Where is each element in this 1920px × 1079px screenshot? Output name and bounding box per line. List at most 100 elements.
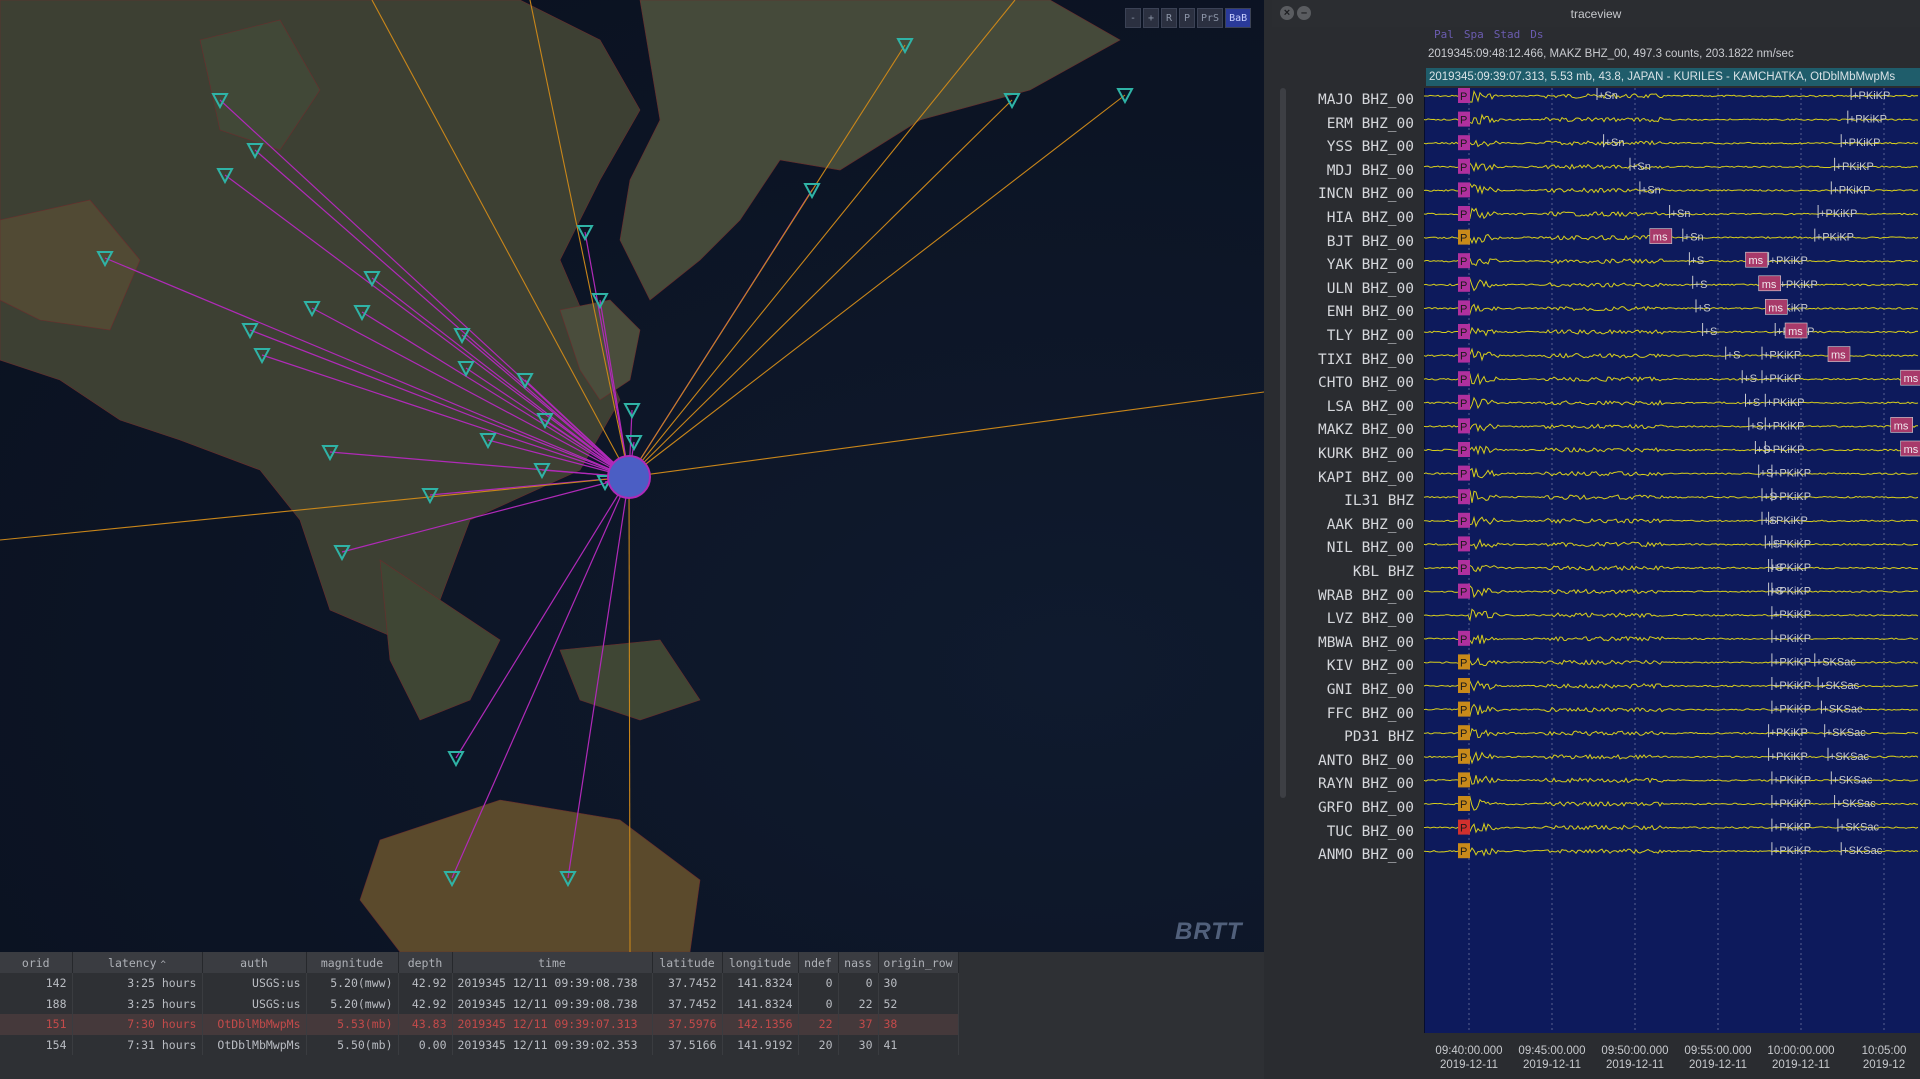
station-label[interactable]: MBWA BHZ_00 — [1318, 635, 1414, 655]
cell-ndef: 0 — [798, 993, 839, 1014]
map-tool-button[interactable]: + — [1143, 8, 1159, 28]
time-tick: 09:40:00.000 2019-12-11 — [1424, 1044, 1514, 1072]
station-label[interactable]: ENH BHZ_00 — [1327, 304, 1414, 324]
col-longitude[interactable]: longitude — [722, 952, 799, 973]
waveform-trace — [1424, 490, 1919, 503]
waveform-trace — [1424, 326, 1919, 337]
col-latency[interactable]: latency ^ — [72, 952, 203, 973]
station-label[interactable]: ANMO BHZ_00 — [1318, 847, 1414, 867]
cell-orid: 142 — [0, 973, 73, 994]
station-label[interactable]: KAPI BHZ_00 — [1318, 470, 1414, 490]
cursor-readout: 2019345:09:48:12.466, MAKZ BHZ_00, 497.3… — [1428, 48, 1794, 60]
map-tool-button[interactable]: P — [1179, 8, 1195, 28]
table-row[interactable]: 142 3:25 hours USGS:us 5.20(mww) 42.92 201934… — [0, 973, 959, 994]
col-orid[interactable]: orid — [0, 952, 73, 973]
table-row[interactable]: 188 3:25 hours USGS:us 5.20(mww) 42.92 201934… — [0, 993, 959, 1014]
phase-label: +SKSac — [1829, 751, 1870, 763]
col-origin-row[interactable]: origin_row — [878, 952, 959, 973]
station-label[interactable]: KURK BHZ_00 — [1318, 446, 1414, 466]
p-arrival-label: P — [1460, 846, 1467, 858]
station-label[interactable]: LSA BHZ_00 — [1327, 399, 1414, 419]
station-label[interactable]: LVZ BHZ_00 — [1327, 611, 1414, 631]
menu-item-pal[interactable]: Pal — [1434, 28, 1454, 41]
traceview-titlebar[interactable]: × – traceview — [1272, 0, 1920, 27]
cell-magnitude: 5.20(mww) — [306, 973, 399, 994]
col-auth[interactable]: auth — [202, 952, 307, 973]
station-label[interactable]: TLY BHZ_00 — [1327, 328, 1414, 348]
phase-label: +Sn — [1671, 208, 1691, 220]
station-label[interactable]: TIXI BHZ_00 — [1318, 352, 1414, 372]
pane-splitter[interactable] — [1264, 0, 1272, 1079]
map-tool-button[interactable]: R — [1161, 8, 1177, 28]
phase-label: +Sn — [1684, 232, 1704, 244]
col-nass[interactable]: nass — [838, 952, 879, 973]
map-tool-button[interactable]: BaB — [1225, 8, 1252, 28]
phase-label: +SKSac — [1832, 774, 1873, 786]
map-tool-button[interactable]: - — [1125, 8, 1141, 28]
station-label[interactable]: ANTO BHZ_00 — [1318, 753, 1414, 773]
cell-time: 2019345 12/11 09:39:08.738 — [452, 993, 653, 1014]
waveform-trace — [1424, 515, 1919, 528]
phase-label: +PKiKP — [1770, 751, 1808, 763]
station-label[interactable]: HIA BHZ_00 — [1327, 210, 1414, 230]
table-row[interactable]: 154 7:31 hours OtDblMbMwpMs 5.50(mb) 0.00 201… — [0, 1034, 959, 1055]
station-label[interactable]: FFC BHZ_00 — [1327, 706, 1414, 726]
col-latitude[interactable]: latitude — [652, 952, 723, 973]
phase-label: +S — [1694, 279, 1708, 291]
station-label[interactable]: NIL BHZ_00 — [1327, 540, 1414, 560]
station-label[interactable]: RAYN BHZ_00 — [1318, 776, 1414, 796]
col-magnitude[interactable]: magnitude — [306, 952, 399, 973]
map-view[interactable]: - + R P PrS BaB BRTT — [0, 0, 1264, 952]
time-tick-time: 09:40:00.000 — [1435, 1045, 1503, 1057]
phase-label: +PKiKP — [1773, 656, 1811, 668]
waveform-panel[interactable]: P +Sn +PKiKP P +PKiKP P +Sn +PKiKP P +Sn +PKiKP P +S… — [1424, 88, 1920, 1033]
phase-label: +PKiKP — [1780, 279, 1818, 291]
station-label[interactable]: BJT BHZ_00 — [1327, 234, 1414, 254]
p-arrival-label: P — [1460, 823, 1467, 835]
phase-label: +PKiKP — [1770, 727, 1808, 739]
station-label[interactable]: ULN BHZ_00 — [1327, 281, 1414, 301]
station-label[interactable]: KIV BHZ_00 — [1327, 658, 1414, 678]
col-depth[interactable]: depth — [398, 952, 453, 973]
time-tick-time: 09:45:00.000 — [1518, 1045, 1586, 1057]
map-canvas[interactable] — [0, 0, 1264, 952]
station-label[interactable]: YAK BHZ_00 — [1327, 257, 1414, 277]
waveform-trace — [1424, 423, 1919, 433]
menu-item-spa[interactable]: Spa — [1464, 28, 1484, 41]
station-label[interactable]: KBL BHZ — [1353, 564, 1414, 584]
station-label[interactable]: ERM BHZ_00 — [1327, 116, 1414, 136]
station-label[interactable]: GNI BHZ_00 — [1327, 682, 1414, 702]
traceview-menu: Pal Spa Stad Ds — [1434, 28, 1544, 41]
cell-orid: 151 — [0, 1014, 73, 1035]
station-label[interactable]: TUC BHZ_00 — [1327, 824, 1414, 844]
col-ndef[interactable]: ndef — [798, 952, 839, 973]
map-tool-button[interactable]: PrS — [1197, 8, 1224, 28]
station-label[interactable]: INCN BHZ_00 — [1318, 186, 1414, 206]
station-label[interactable]: PD31 BHZ — [1344, 729, 1414, 749]
station-label[interactable]: GRFO BHZ_00 — [1318, 800, 1414, 820]
cell-latitude: 37.5976 — [652, 1014, 723, 1035]
station-label[interactable]: YSS BHZ_00 — [1327, 139, 1414, 159]
waveform-canvas[interactable]: P +Sn +PKiKP P +PKiKP P +Sn +PKiKP P +Sn +PKiKP P +S… — [1424, 88, 1920, 1033]
station-label[interactable]: MAJO BHZ_00 — [1318, 92, 1414, 112]
station-label[interactable]: AAK BHZ_00 — [1327, 517, 1414, 537]
cell-latitude: 37.7452 — [652, 973, 723, 994]
time-tick: 09:50:00.000 2019-12-11 — [1590, 1044, 1680, 1072]
menu-item-ds[interactable]: Ds — [1530, 28, 1543, 41]
station-label[interactable]: WRAB BHZ_00 — [1318, 588, 1414, 608]
ms-pick-label: ms — [1788, 326, 1803, 338]
table-row[interactable]: 151 7:30 hours OtDblMbMwpMs 5.53(mb) 43.83 20… — [0, 1014, 959, 1035]
station-label[interactable]: IL31 BHZ — [1344, 493, 1414, 513]
col-time[interactable]: time — [452, 952, 653, 973]
phase-label: +SKSac — [1839, 822, 1880, 834]
phase-label: +PKiKP — [1766, 420, 1804, 432]
station-label[interactable]: MAKZ BHZ_00 — [1318, 422, 1414, 442]
cell-origin-row: 30 — [878, 973, 959, 994]
station-label[interactable]: CHTO BHZ_00 — [1318, 375, 1414, 395]
event-epicenter-marker[interactable] — [607, 455, 651, 499]
station-triangle-icon[interactable] — [447, 751, 465, 768]
p-arrival-label: P — [1460, 374, 1467, 386]
station-label[interactable]: MDJ BHZ_00 — [1327, 163, 1414, 183]
menu-item-stad[interactable]: Stad — [1494, 28, 1521, 41]
vertical-scrollbar[interactable] — [1280, 88, 1286, 798]
